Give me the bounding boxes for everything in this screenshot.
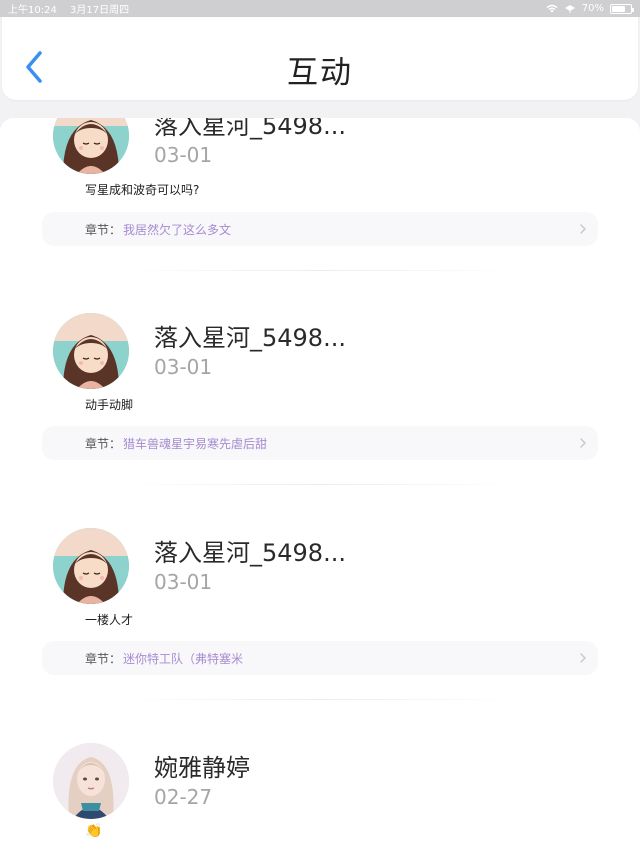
anime-girl-avatar-image — [53, 313, 129, 389]
chevron-right-icon — [580, 653, 586, 663]
comment-text: 写星成和波奇可以吗? — [85, 183, 200, 197]
chapter-link[interactable]: 章节： 迷你特工队（弗特塞米 — [42, 641, 598, 675]
chapter-label: 章节： — [85, 222, 122, 237]
anime-girl-avatar-image — [53, 528, 129, 604]
comment-text: 动手动脚 — [85, 398, 134, 412]
avatar[interactable] — [53, 313, 129, 389]
chapter-title: 猎车兽魂星宇易寒先虐后甜 — [123, 436, 268, 451]
page-title: 互动 — [287, 55, 353, 91]
battery-percentage: 70% — [581, 3, 604, 14]
divider — [120, 270, 520, 271]
chapter-link[interactable]: 章节： 我居然欠了这么多文 — [42, 212, 598, 246]
chapter-title: 迷你特工队（弗特塞米 — [123, 651, 244, 666]
status-bar: 上午10:24 3月17日周四 70% — [0, 0, 640, 17]
comment-list[interactable]: 落入星河_5498... 03-01 写星成和波奇可以吗? 章节： 我居然欠了这… — [0, 118, 640, 853]
chapter-label: 章节： — [85, 436, 122, 451]
anime-girl-avatar-image — [53, 118, 129, 174]
comment-date: 03-01 — [154, 143, 213, 167]
girl-portrait-avatar-image — [53, 743, 129, 819]
comment-text: 👏 — [85, 823, 103, 839]
comment-text: 一楼人才 — [85, 613, 134, 627]
battery-icon — [610, 3, 634, 14]
avatar[interactable] — [53, 528, 129, 604]
signal-icon — [564, 5, 575, 13]
status-date: 3月17日周四 — [70, 5, 130, 16]
comment-date: 03-01 — [154, 355, 213, 379]
username[interactable]: 婉雅静婷 — [154, 748, 250, 783]
chevron-right-icon — [580, 224, 586, 234]
battery-fill — [612, 5, 625, 12]
chapter-label: 章节： — [85, 651, 122, 666]
username[interactable]: 落入星河_5498... — [154, 533, 346, 568]
comment-date: 03-01 — [154, 570, 213, 594]
avatar[interactable] — [53, 118, 129, 174]
status-left: 上午10:24 3月17日周四 — [8, 1, 139, 16]
chapter-link[interactable]: 章节： 猎车兽魂星宇易寒先虐后甜 — [42, 426, 598, 460]
status-right: 70% — [546, 3, 634, 14]
avatar[interactable] — [53, 743, 129, 819]
navigation-bar: 互动 — [2, 17, 638, 100]
username[interactable]: 落入星河_5498... — [154, 118, 346, 141]
chevron-right-icon — [580, 438, 586, 448]
status-time: 上午10:24 — [8, 5, 57, 16]
divider — [120, 699, 520, 700]
username[interactable]: 落入星河_5498... — [154, 318, 346, 353]
divider — [120, 484, 520, 485]
chapter-title: 我居然欠了这么多文 — [123, 222, 232, 237]
comment-date: 02-27 — [154, 785, 213, 809]
wifi-icon — [546, 4, 558, 13]
